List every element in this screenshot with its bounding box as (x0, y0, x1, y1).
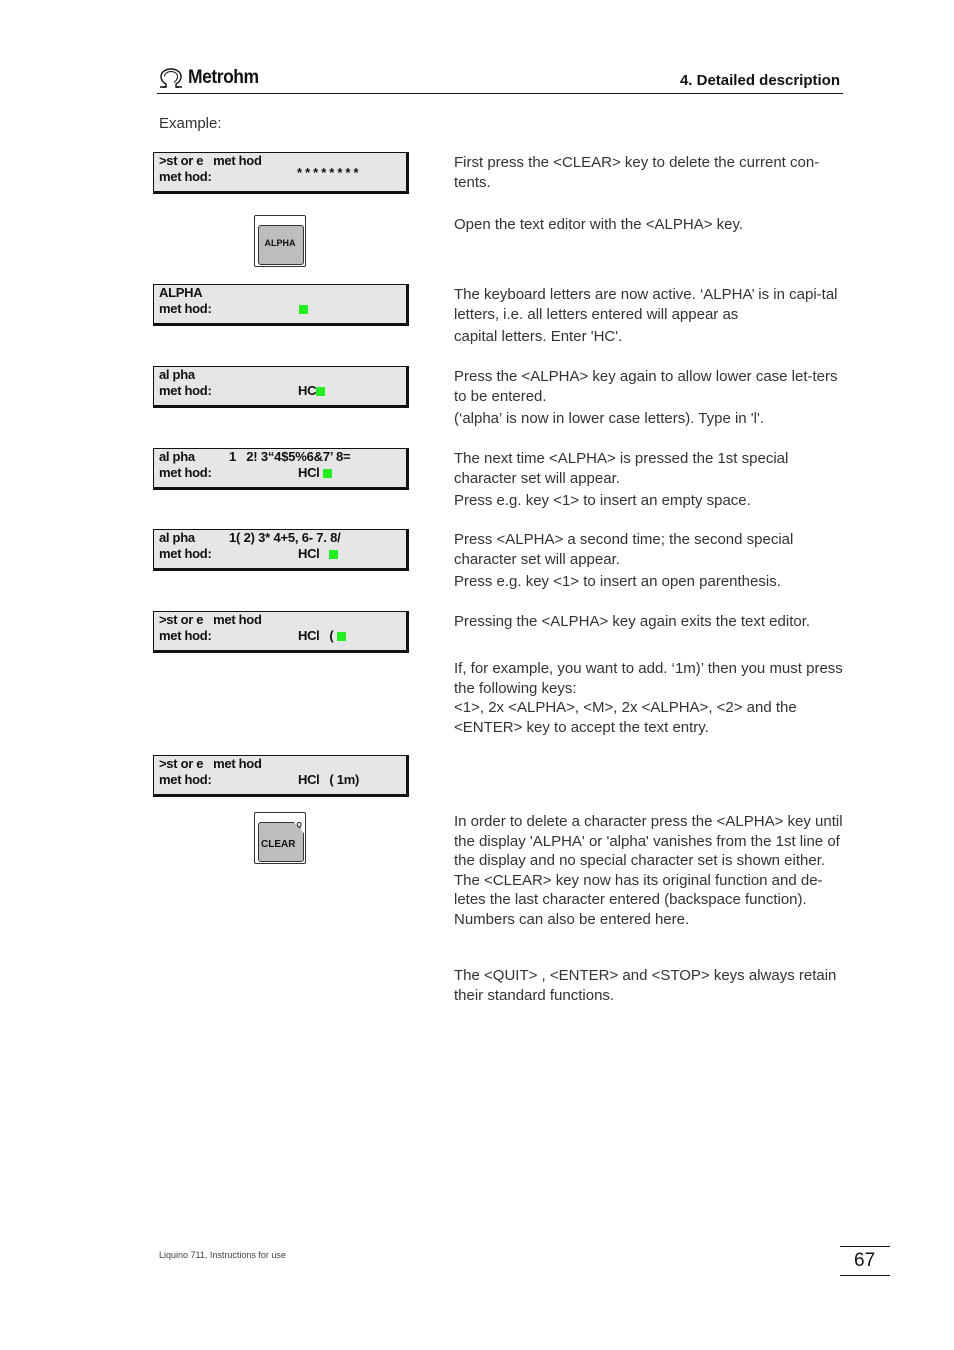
alpha-key-label: ALPHA (264, 238, 296, 248)
lcd-display: ALPHA met hod: (153, 284, 409, 326)
special-char-set-2: 1( 2) 3* 4+5, 6- 7. 8/ (229, 530, 341, 545)
lcd-line2-label: met hod: (159, 301, 212, 316)
paragraph-lowercase: Press the <ALPHA> key again to allow low… (454, 368, 838, 427)
brand-name: Metrohm (188, 67, 259, 88)
lcd-value: HCl (298, 465, 323, 480)
lcd-line2-label: met hod: (159, 628, 212, 643)
paragraph-example-keys: If, for example, you want to add. ‘1m)’ … (454, 660, 843, 736)
footer-doc-title: Liquino 711, Instructions for use (159, 1250, 286, 1260)
paragraph-capital: The keyboard letters are now active. ‘AL… (454, 286, 838, 345)
cursor-block (316, 387, 326, 396)
lcd-line2-label: met hod: (159, 465, 212, 480)
paragraph-delete-character: In order to delete a character press the… (454, 813, 843, 928)
cursor-block (299, 305, 308, 314)
lcd-display: al pha 1( 2) 3* 4+5, 6- 7. 8/ met hod: H… (153, 529, 409, 571)
paragraph-open-editor: Open the text editor with the <ALPHA> ke… (454, 216, 744, 233)
lcd-line1: >st or e met hod (159, 153, 262, 168)
lcd-line2-label: met hod: (159, 383, 212, 398)
page-number-box: 67 (840, 1246, 890, 1276)
lcd-value: HCl ( (298, 628, 337, 643)
lcd-line2-label: met hod: (159, 772, 212, 787)
lcd-display: al pha met hod: HC (153, 366, 409, 408)
cursor-block (322, 469, 332, 478)
page-number: 67 (854, 1250, 876, 1271)
lcd-line1: al pha (159, 367, 195, 382)
chapter-title: 4. Detailed description (679, 72, 840, 89)
example-label: Example: (159, 115, 222, 132)
lcd-line1: >st or e met hod (159, 612, 262, 627)
lcd-value: HC (298, 383, 317, 398)
paragraph-special-set-1: The next time <ALPHA> is pressed the 1st… (454, 450, 789, 509)
lcd-value: HCl (298, 546, 330, 561)
alpha-key[interactable]: ALPHA (254, 215, 306, 267)
special-char-set-1: 1 2! 3“4$5%6&7’ 8= (229, 449, 351, 464)
paragraph-special-set-2: Press <ALPHA> a second time; the second … (454, 531, 794, 590)
lcd-line1: al pha (159, 530, 195, 545)
cursor-block (336, 632, 346, 641)
lcd-display: >st or e met hod met hod: * * * * * * * … (153, 152, 409, 194)
lcd-line1: al pha (159, 449, 195, 464)
lcd-line2-label: met hod: (159, 546, 212, 561)
lcd-value: HCl ( 1m) (298, 772, 359, 787)
paragraph-clear: First press the <CLEAR> key to delete th… (454, 154, 820, 191)
lcd-line1: ALPHA (159, 285, 203, 300)
clear-key[interactable]: Q CLEAR (254, 812, 306, 864)
lcd-line1: >st or e met hod (159, 756, 262, 771)
header-divider (157, 93, 843, 94)
brand-logo: Metrohm (158, 66, 265, 90)
paragraph-standard-keys: The <QUIT> , <ENTER> and <STOP> keys alw… (454, 967, 837, 1004)
quit-secondary-label: Q (296, 822, 302, 829)
omega-icon (160, 68, 182, 88)
lcd-display: al pha 1 2! 3“4$5%6&7’ 8= met hod: HCl (153, 448, 409, 490)
cursor-block (329, 550, 339, 559)
lcd-value: * * * * * * * * (297, 165, 359, 180)
lcd-line2-label: met hod: (159, 169, 212, 184)
clear-key-label: CLEAR (261, 839, 296, 850)
paragraph-exit-editor: Pressing the <ALPHA> key again exits the… (454, 613, 811, 630)
lcd-display: >st or e met hod met hod: HCl ( 1m) (153, 755, 409, 797)
lcd-display: >st or e met hod met hod: HCl ( (153, 611, 409, 653)
